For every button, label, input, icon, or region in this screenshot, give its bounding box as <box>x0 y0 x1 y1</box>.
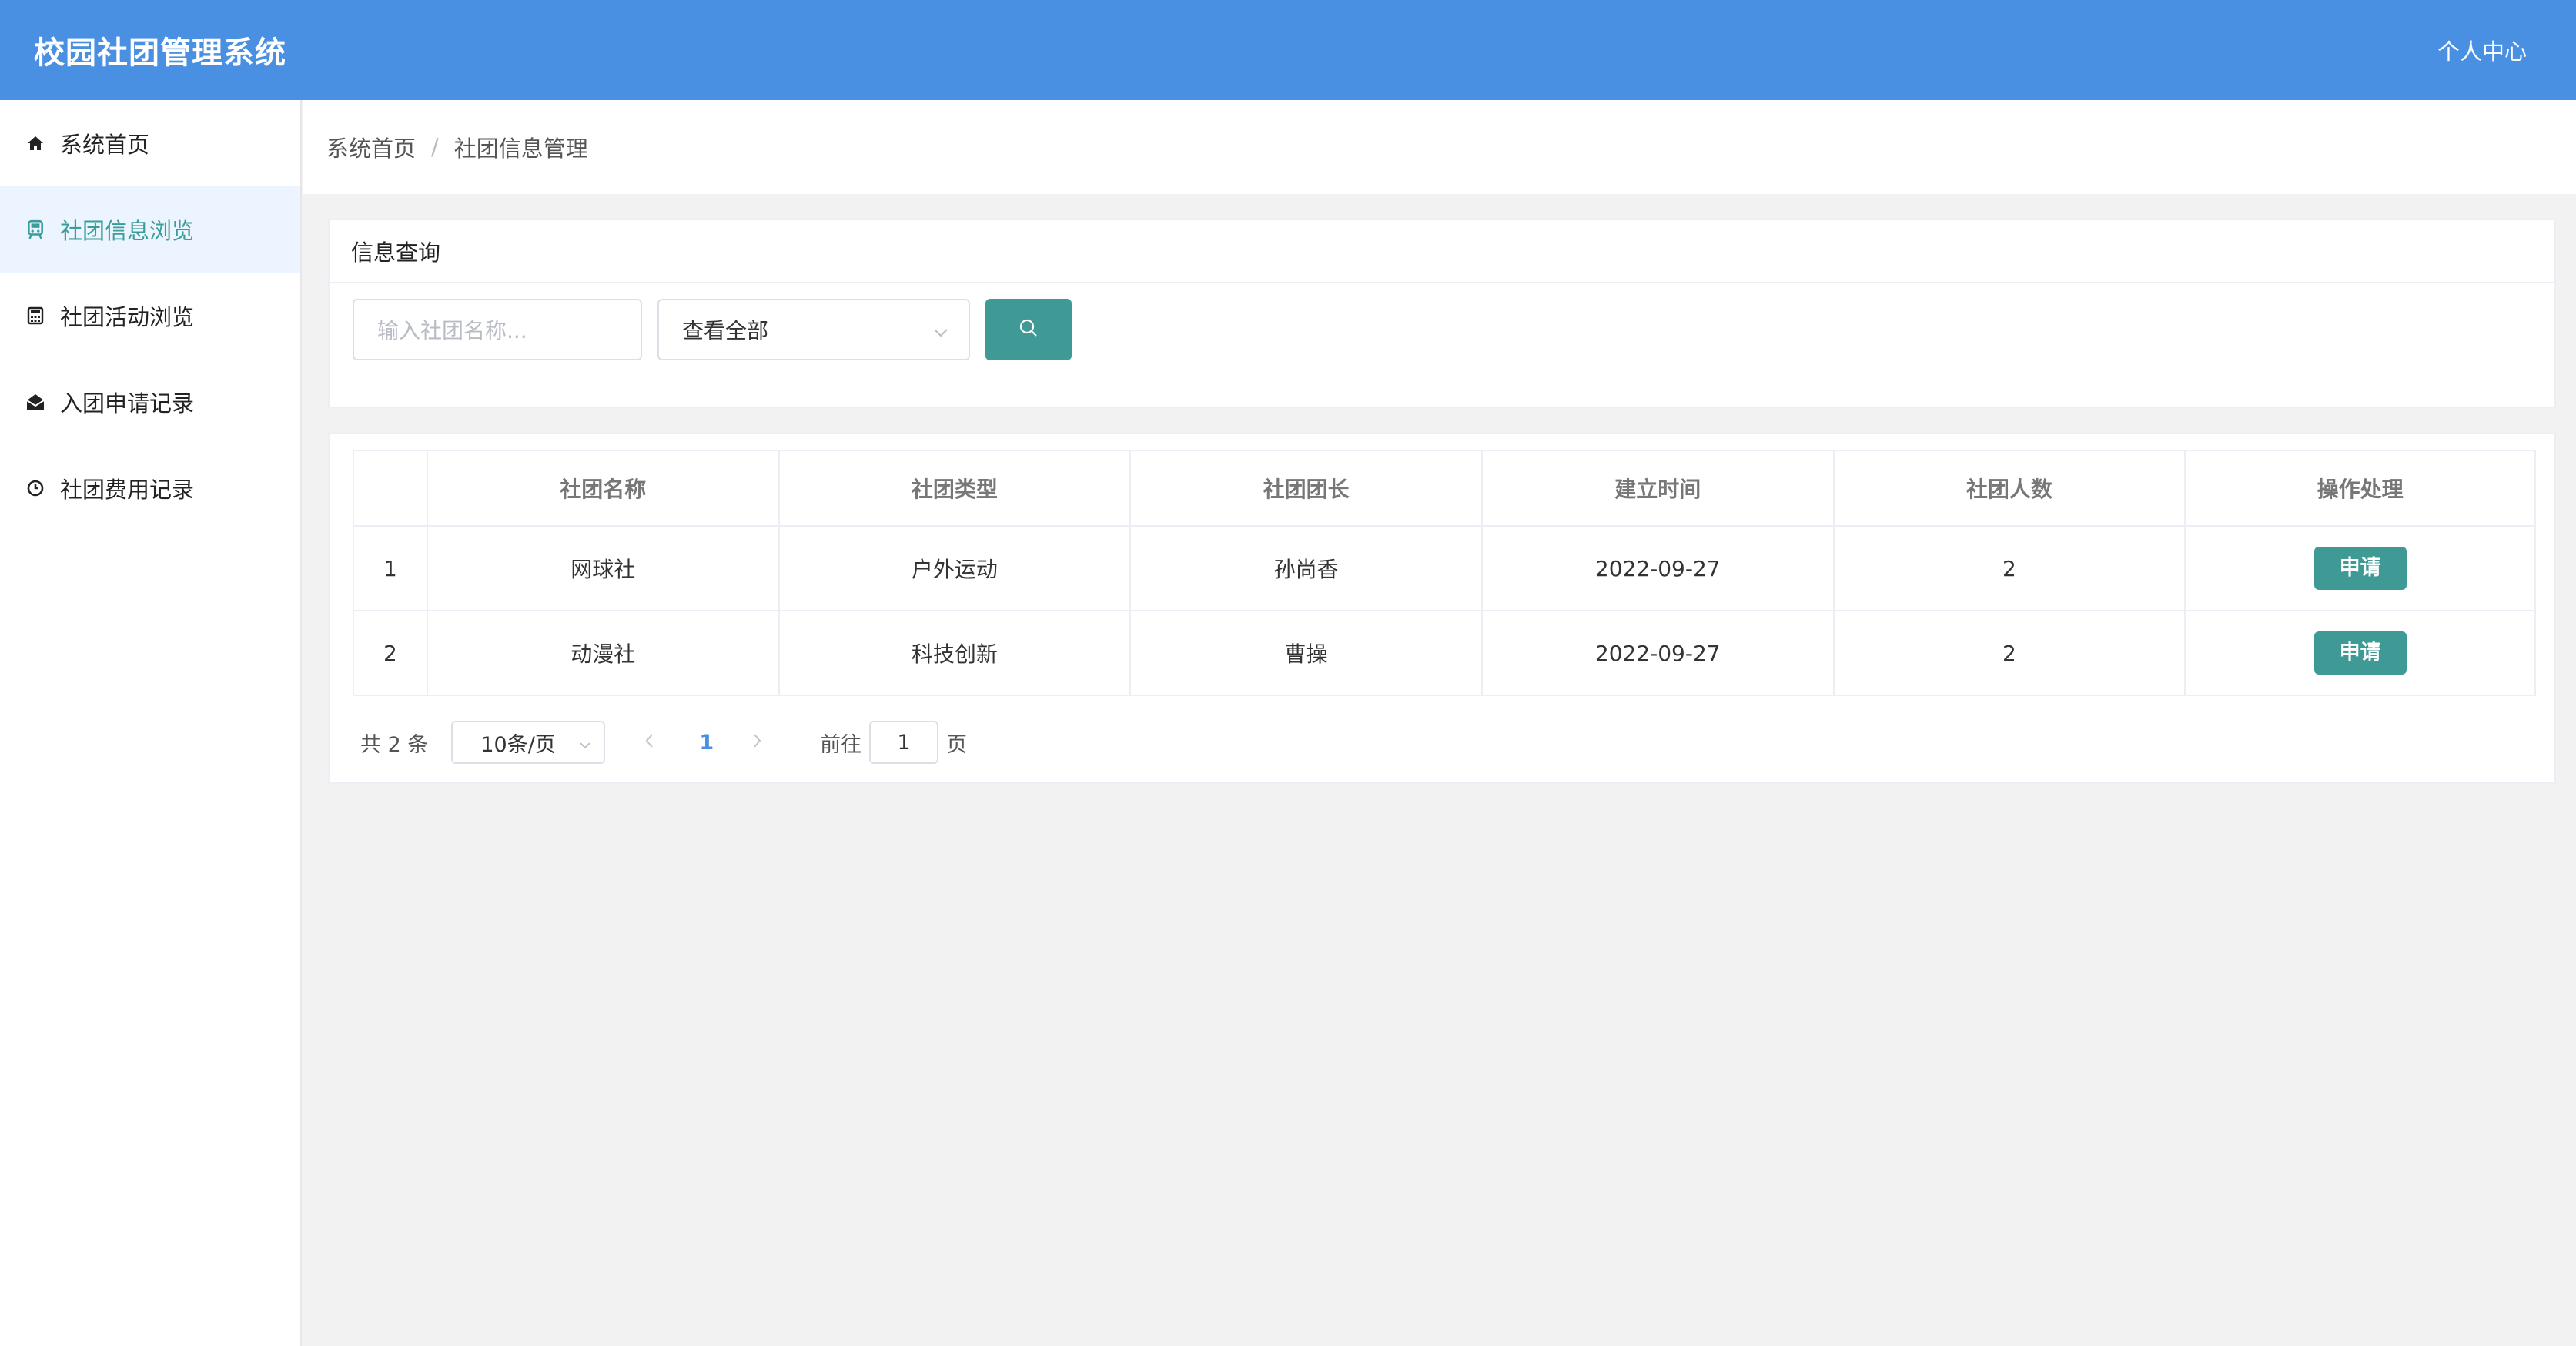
sidebar-item-home[interactable]: 系统首页 <box>0 100 300 186</box>
cell-leader: 曹操 <box>1129 610 1483 696</box>
app-title: 校园社团管理系统 <box>34 35 286 71</box>
table-row: 2 动漫社 科技创新 曹操 2022-09-27 2 申请 <box>353 610 2536 696</box>
pagination: 共 2 条 10条/页 1 前往 1 页 <box>360 721 967 764</box>
column-header-index <box>353 450 428 527</box>
column-header-action: 操作处理 <box>2184 450 2536 527</box>
cell-name: 动漫社 <box>426 610 780 696</box>
cell-date: 2022-09-27 <box>1480 610 1835 696</box>
chevron-down-icon <box>933 317 948 343</box>
chevron-down-icon <box>579 731 591 755</box>
cell-type: 科技创新 <box>778 610 1132 696</box>
sidebar-item-join-requests[interactable]: 入团申请记录 <box>0 359 300 445</box>
goto-label: 前往 <box>820 732 862 757</box>
table-header-row: 社团名称 社团类型 社团团长 建立时间 社团人数 操作处理 <box>353 450 2536 527</box>
cell-action: 申请 <box>2184 610 2536 696</box>
breadcrumb-separator: / <box>431 134 439 160</box>
search-icon <box>1019 318 1039 341</box>
page-size-value: 10条/页 <box>480 732 556 757</box>
table-panel: 社团名称 社团类型 社团团长 建立时间 社团人数 操作处理 1 网球社 户外运动… <box>328 433 2556 784</box>
page-number-current[interactable]: 1 <box>699 731 714 755</box>
club-table: 社团名称 社团类型 社团团长 建立时间 社团人数 操作处理 1 网球社 户外运动… <box>353 450 2536 696</box>
page-suffix: 页 <box>946 732 968 757</box>
page-size-select[interactable]: 10条/页 <box>451 721 606 764</box>
train-icon <box>25 219 46 240</box>
column-header-name: 社团名称 <box>426 450 780 527</box>
sidebar-item-label: 社团活动浏览 <box>60 304 195 330</box>
breadcrumb-current: 社团信息管理 <box>453 136 588 162</box>
column-header-type: 社团类型 <box>778 450 1132 527</box>
sidebar-item-club-activity[interactable]: 社团活动浏览 <box>0 273 300 359</box>
breadcrumb: 系统首页 / 社团信息管理 <box>303 100 2576 194</box>
home-icon <box>25 132 46 154</box>
calculator-icon <box>25 305 46 326</box>
sidebar-item-label: 系统首页 <box>60 132 150 158</box>
club-type-select[interactable]: 查看全部 <box>657 299 970 360</box>
search-panel: 信息查询 输入社团名称... 查看全部 <box>328 219 2556 408</box>
search-panel-title: 信息查询 <box>330 220 2554 283</box>
top-header: 校园社团管理系统 个人中心 <box>0 0 2576 100</box>
cell-date: 2022-09-27 <box>1480 525 1835 611</box>
cell-count: 2 <box>1832 610 2186 696</box>
column-header-date: 建立时间 <box>1480 450 1835 527</box>
clock-icon <box>25 477 46 499</box>
chevron-right-icon <box>754 733 761 748</box>
cell-type: 户外运动 <box>778 525 1132 611</box>
sidebar-item-label: 社团费用记录 <box>60 477 195 503</box>
select-value: 查看全部 <box>682 318 769 343</box>
sidebar-item-label: 入团申请记录 <box>60 390 195 417</box>
cell-count: 2 <box>1832 525 2186 611</box>
apply-button[interactable]: 申请 <box>2313 547 2407 590</box>
sidebar-item-label: 社团信息浏览 <box>60 218 195 244</box>
sidebar: 系统首页 社团信息浏览 社团活动浏览 入团申请记录 社团费用记录 <box>0 100 302 1346</box>
cell-leader: 孙尚香 <box>1129 525 1483 611</box>
sidebar-item-fee-records[interactable]: 社团费用记录 <box>0 445 300 531</box>
chevron-left-icon <box>646 733 654 748</box>
search-button[interactable] <box>985 299 1072 360</box>
cell-action: 申请 <box>2184 525 2536 611</box>
prev-page-button[interactable] <box>644 731 654 755</box>
cell-index: 1 <box>353 525 428 611</box>
cell-name: 网球社 <box>426 525 780 611</box>
column-header-count: 社团人数 <box>1832 450 2186 527</box>
column-header-leader: 社团团长 <box>1129 450 1483 527</box>
table-row: 1 网球社 户外运动 孙尚香 2022-09-27 2 申请 <box>353 525 2536 611</box>
pagination-total: 共 2 条 <box>360 732 429 757</box>
profile-link[interactable]: 个人中心 <box>2437 34 2527 66</box>
sidebar-item-club-info[interactable]: 社团信息浏览 <box>0 186 300 273</box>
search-row: 输入社团名称... 查看全部 <box>353 299 1072 360</box>
breadcrumb-home[interactable]: 系统首页 <box>326 131 416 163</box>
cell-index: 2 <box>353 610 428 696</box>
next-page-button[interactable] <box>752 731 763 755</box>
apply-button[interactable]: 申请 <box>2313 631 2407 675</box>
goto-page-input[interactable]: 1 <box>869 721 939 764</box>
club-name-input[interactable]: 输入社团名称... <box>353 299 642 360</box>
envelope-open-icon <box>25 391 46 413</box>
